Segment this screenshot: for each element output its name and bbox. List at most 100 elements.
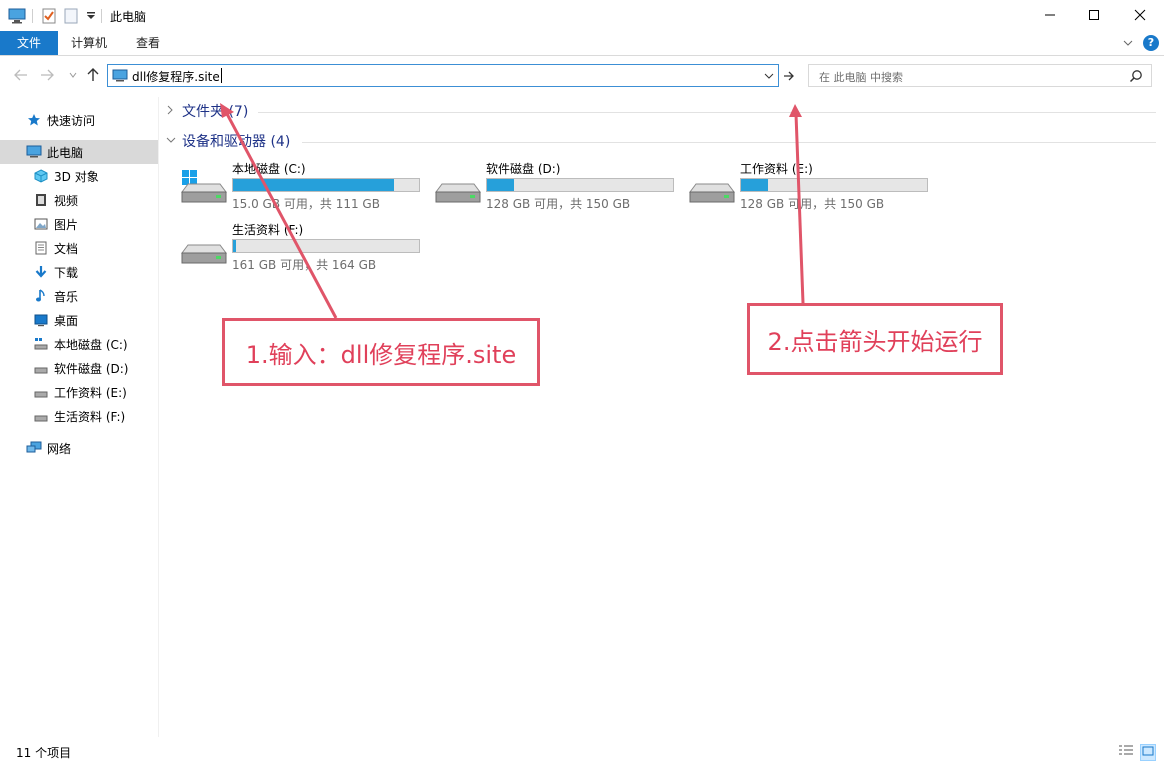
- text-caret: [221, 68, 222, 83]
- drive-usage-bar: [740, 178, 928, 192]
- drive-usage-fill: [233, 179, 394, 191]
- sidebar-item-label: 生活资料 (F:): [54, 409, 126, 424]
- annotation-step-2: 2.点击箭头开始运行: [747, 303, 1003, 375]
- hard-drive-icon: [181, 244, 227, 264]
- drive-icon: [33, 408, 49, 424]
- group-divider: [302, 142, 1156, 143]
- tab-computer[interactable]: 计算机: [62, 31, 116, 55]
- sidebar-item-label: 图片: [54, 217, 79, 232]
- sidebar-item-quick-access[interactable]: 快速访问: [0, 108, 158, 132]
- annotation-step-1: 1.输入：dll修复程序.site: [222, 318, 540, 386]
- search-input[interactable]: 在 此电脑 中搜索: [808, 64, 1152, 87]
- sidebar-item-music[interactable]: 音乐: [0, 284, 158, 308]
- title-bar: 此电脑: [0, 0, 1164, 31]
- group-devices-label: 设备和驱动器 (4): [182, 134, 291, 150]
- close-icon: [1134, 9, 1146, 21]
- drive-tile-e[interactable]: 工作资料 (E:) 128 GB 可用，共 150 GB: [688, 160, 928, 211]
- sidebar-item-videos[interactable]: 视频: [0, 188, 158, 212]
- music-icon: [33, 288, 49, 304]
- drive-tile-c[interactable]: 本地磁盘 (C:) 15.0 GB 可用，共 111 GB: [180, 160, 420, 211]
- sidebar-item-3d-objects[interactable]: 3D 对象: [0, 164, 158, 188]
- sidebar-item-drive-c[interactable]: 本地磁盘 (C:): [0, 332, 158, 356]
- recent-locations-chevron-icon[interactable]: [64, 66, 82, 84]
- tab-file[interactable]: 文件: [0, 31, 58, 55]
- sidebar-item-drive-d[interactable]: 软件磁盘 (D:): [0, 356, 158, 380]
- tab-view[interactable]: 查看: [126, 31, 170, 55]
- sidebar-item-drive-f[interactable]: 生活资料 (F:): [0, 404, 158, 428]
- item-count: 11 个项目: [16, 746, 72, 760]
- drive-tile-f[interactable]: 生活资料 (F:) 161 GB 可用，共 164 GB: [180, 221, 420, 272]
- drive-usage-fill: [233, 240, 237, 252]
- navigation-bar: dll修复程序.site 在 此电脑 中搜索: [0, 57, 1164, 93]
- drive-usage-fill: [487, 179, 515, 191]
- sidebar-item-this-pc[interactable]: 此电脑: [0, 140, 158, 164]
- navigation-pane: 快速访问 此电脑 3D 对象 视频 图片 文档 下载 音乐 桌面 本地磁盘 (C…: [0, 97, 159, 737]
- sidebar-item-label: 下载: [54, 265, 79, 280]
- drive-capacity-text: 161 GB 可用，共 164 GB: [232, 258, 377, 272]
- group-devices-header[interactable]: 设备和驱动器 (4): [166, 132, 290, 150]
- hard-drive-icon: [435, 183, 481, 203]
- document-icon: [33, 240, 49, 256]
- drive-icon: [33, 384, 49, 400]
- network-icon: [26, 440, 42, 456]
- sidebar-item-drive-e[interactable]: 工作资料 (E:): [0, 380, 158, 404]
- download-icon: [33, 264, 49, 280]
- maximize-button[interactable]: [1071, 0, 1117, 30]
- desktop-icon: [33, 312, 49, 328]
- minimize-button[interactable]: [1027, 0, 1073, 30]
- sidebar-item-label: 桌面: [54, 313, 79, 328]
- sidebar-item-network[interactable]: 网络: [0, 436, 158, 460]
- help-icon[interactable]: ?: [1143, 35, 1159, 51]
- drive-icon: [33, 336, 49, 352]
- sidebar-item-label: 文档: [54, 241, 79, 256]
- expand-ribbon-chevron-icon[interactable]: [1122, 37, 1134, 52]
- back-arrow-icon[interactable]: [12, 66, 30, 84]
- close-button[interactable]: [1117, 0, 1163, 30]
- sidebar-item-downloads[interactable]: 下载: [0, 260, 158, 284]
- details-view-icon[interactable]: [1118, 744, 1134, 761]
- properties-icon[interactable]: [42, 7, 56, 24]
- sidebar-item-desktop[interactable]: 桌面: [0, 308, 158, 332]
- drive-usage-fill: [741, 179, 769, 191]
- forward-arrow-icon[interactable]: [38, 66, 56, 84]
- up-arrow-icon[interactable]: [84, 66, 102, 84]
- pc-title-icon: [8, 7, 26, 24]
- view-switcher: [1118, 744, 1156, 761]
- window-title: 此电脑: [110, 10, 147, 24]
- sidebar-item-label: 本地磁盘 (C:): [54, 337, 128, 352]
- chevron-right-icon: [166, 105, 178, 118]
- large-icons-view-icon[interactable]: [1140, 744, 1156, 761]
- divider: [32, 9, 33, 23]
- group-folders-label: 文件夹 (7): [182, 104, 249, 120]
- group-divider: [258, 112, 1156, 113]
- group-folders-header[interactable]: 文件夹 (7): [166, 102, 248, 120]
- new-folder-icon[interactable]: [64, 7, 78, 24]
- customize-dropdown-icon[interactable]: [86, 7, 96, 24]
- cube-icon: [33, 168, 49, 184]
- pc-icon: [112, 69, 128, 86]
- drive-tile-d[interactable]: 软件磁盘 (D:) 128 GB 可用，共 150 GB: [434, 160, 674, 211]
- drive-name: 本地磁盘 (C:): [232, 162, 306, 176]
- address-bar[interactable]: dll修复程序.site: [107, 64, 779, 87]
- search-icon[interactable]: [1129, 69, 1143, 86]
- star-icon: [26, 112, 42, 128]
- address-dropdown-chevron-icon[interactable]: [764, 70, 774, 84]
- go-arrow-button[interactable]: [780, 64, 798, 87]
- sidebar-item-label: 工作资料 (E:): [54, 385, 127, 400]
- address-input-text[interactable]: dll修复程序.site: [132, 68, 220, 85]
- sidebar-item-documents[interactable]: 文档: [0, 236, 158, 260]
- drive-usage-bar: [486, 178, 674, 192]
- drive-usage-bar: [232, 178, 420, 192]
- drive-icon: [33, 360, 49, 376]
- sidebar-item-label: 3D 对象: [54, 169, 99, 184]
- drive-usage-bar: [232, 239, 420, 253]
- sidebar-item-label: 软件磁盘 (D:): [54, 361, 129, 376]
- drive-capacity-text: 128 GB 可用，共 150 GB: [740, 197, 885, 211]
- sidebar-item-label: 音乐: [54, 289, 79, 304]
- sidebar-item-pictures[interactable]: 图片: [0, 212, 158, 236]
- sidebar-item-label: 快速访问: [47, 113, 96, 128]
- search-placeholder: 在 此电脑 中搜索: [819, 71, 903, 84]
- drive-capacity-text: 15.0 GB 可用，共 111 GB: [232, 197, 380, 211]
- minimize-icon: [1045, 14, 1055, 16]
- picture-icon: [33, 216, 49, 232]
